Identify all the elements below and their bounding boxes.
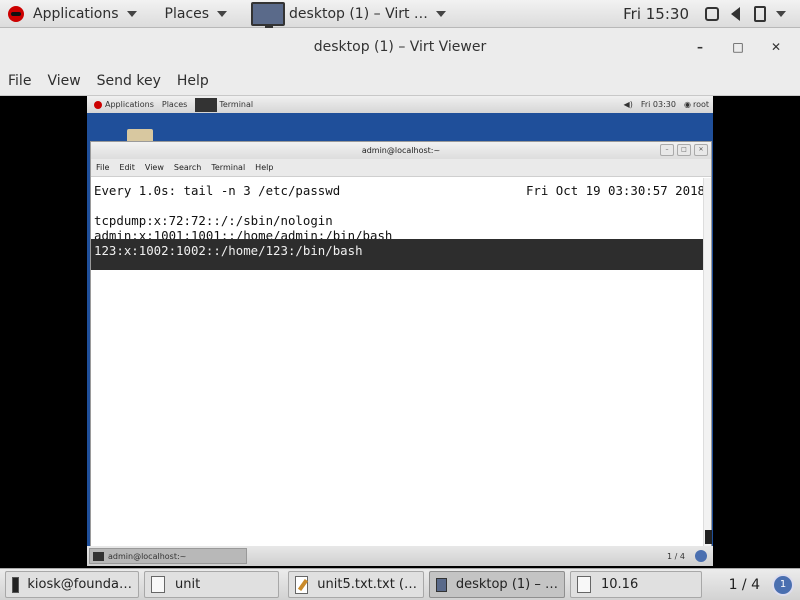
watch-command: Every 1.0s: tail -n 3 /etc/passwd (94, 183, 341, 198)
applications-menu[interactable]: Applications (0, 0, 143, 28)
redhat-logo-icon (8, 5, 24, 22)
guest-user-label: root (692, 100, 709, 109)
watch-date: Fri Oct 19 03:30:57 2018 (525, 183, 705, 198)
desktop-folder-icon[interactable] (127, 129, 153, 141)
guest-task-label: admin@localhost:~ (108, 551, 187, 561)
guest-applications-menu[interactable]: Applications (87, 100, 158, 109)
task-file[interactable]: 10.16 (570, 571, 702, 598)
redhat-logo-icon (94, 100, 102, 109)
task-label: unit (175, 577, 201, 592)
terminal-menu-edit[interactable]: Edit (114, 163, 140, 172)
terminal-menu-search[interactable]: Search (169, 163, 206, 172)
guest-clock[interactable]: Fri 03:30 (637, 100, 680, 109)
guest-display[interactable]: Applications Places Terminal ◀) Fri 03:3… (87, 96, 713, 566)
applications-label: Applications (33, 5, 119, 22)
pager-label: 1 / 4 (728, 576, 760, 593)
active-window-menu[interactable]: desktop (1) – Virt … (245, 0, 452, 29)
output-line: tcpdump:x:72:72::/:/sbin/nologin (94, 213, 333, 228)
battery-icon[interactable] (754, 5, 766, 22)
guest-terminal-menu[interactable]: Terminal (191, 97, 257, 112)
terminal-menu-terminal[interactable]: Terminal (206, 163, 250, 172)
terminal-output[interactable]: Every 1.0s: tail -n 3 /etc/passwd Fri Oc… (91, 178, 705, 546)
places-menu[interactable]: Places (159, 0, 234, 28)
task-text-editor[interactable]: unit5.txt.txt (… (288, 571, 424, 598)
output-line-selected: 123:x:1002:1002::/home/123:/bin/bash (94, 243, 363, 258)
viewer-menubar: File View Send key Help (0, 66, 800, 96)
menu-help[interactable]: Help (169, 73, 217, 89)
chevron-down-icon (217, 10, 228, 17)
task-virt-viewer[interactable]: desktop (1) – … (429, 571, 565, 598)
terminal-window[interactable]: admin@localhost:~ – □ ✕ File Edit View S… (90, 141, 712, 547)
system-menu-chevron-icon[interactable] (776, 10, 786, 17)
menu-file[interactable]: File (0, 73, 39, 89)
menu-send-key[interactable]: Send key (89, 73, 169, 89)
screen-icon[interactable] (705, 6, 719, 21)
user-icon: ◉ (683, 100, 691, 109)
close-icon[interactable]: ✕ (766, 37, 786, 57)
volume-icon[interactable] (731, 6, 740, 21)
maximize-icon[interactable]: □ (677, 144, 691, 156)
workspace-icon: 1 (772, 573, 794, 596)
task-label: unit5.txt.txt (… (317, 577, 417, 592)
virt-viewer-icon (251, 1, 286, 29)
terminal-menu-file[interactable]: File (91, 163, 114, 172)
guest-task-terminal[interactable]: admin@localhost:~ (89, 548, 247, 564)
host-top-panel: Applications Places desktop (1) – Virt …… (0, 0, 800, 29)
task-label: kiosk@founda… (27, 577, 132, 592)
terminal-title-bar[interactable]: admin@localhost:~ – □ ✕ (91, 142, 711, 159)
terminal-icon (12, 576, 20, 593)
guest-user-menu[interactable]: ◉ root (680, 100, 713, 109)
terminal-icon (93, 551, 104, 561)
guest-volume-icon[interactable]: ◀) (620, 100, 637, 109)
workspace-pager[interactable]: 1 / 4 1 (728, 573, 800, 596)
chevron-down-icon (126, 10, 137, 17)
guest-terminal-label: Terminal (219, 100, 254, 109)
viewer-title-bar[interactable]: desktop (1) – Virt Viewer – □ ✕ (0, 28, 800, 66)
file-icon (577, 576, 591, 593)
close-icon[interactable]: ✕ (694, 144, 708, 156)
minimize-icon[interactable]: – (690, 37, 710, 57)
file-icon (151, 576, 165, 593)
terminal-icon (195, 97, 218, 112)
task-terminal[interactable]: kiosk@founda… (5, 571, 139, 598)
guest-top-panel: Applications Places Terminal ◀) Fri 03:3… (87, 96, 713, 113)
terminal-menu-help[interactable]: Help (250, 163, 278, 172)
terminal-menu-view[interactable]: View (140, 163, 169, 172)
clock[interactable]: Fri 15:30 (623, 5, 689, 23)
places-label: Places (164, 5, 210, 22)
virt-viewer-icon (436, 577, 447, 592)
terminal-scrollbar[interactable] (703, 178, 712, 546)
terminal-title: admin@localhost:~ (361, 146, 441, 155)
text-editor-icon (295, 575, 309, 594)
task-label: 10.16 (601, 577, 639, 592)
menu-view[interactable]: View (39, 73, 88, 89)
task-file-manager[interactable]: unit (144, 571, 279, 598)
host-taskbar: kiosk@founda… unit unit5.txt.txt (… desk… (0, 568, 800, 600)
guest-workspace-pager[interactable]: 1 / 4 (667, 550, 707, 562)
guest-bottom-panel: admin@localhost:~ 1 / 4 (87, 546, 713, 566)
minimize-icon[interactable]: – (660, 144, 674, 156)
task-label: desktop (1) – … (455, 577, 558, 592)
active-window-label: desktop (1) – Virt … (289, 5, 428, 22)
terminal-menubar: File Edit View Search Terminal Help (91, 159, 711, 177)
scrollbar-thumb[interactable] (705, 530, 712, 544)
guest-pager-label: 1 / 4 (667, 551, 685, 561)
guest-places-menu[interactable]: Places (158, 100, 191, 109)
chevron-down-icon (435, 10, 446, 17)
workspace-icon (695, 550, 707, 562)
guest-applications-label: Applications (105, 100, 154, 109)
viewer-title: desktop (1) – Virt Viewer (313, 39, 487, 55)
maximize-icon[interactable]: □ (728, 37, 748, 57)
